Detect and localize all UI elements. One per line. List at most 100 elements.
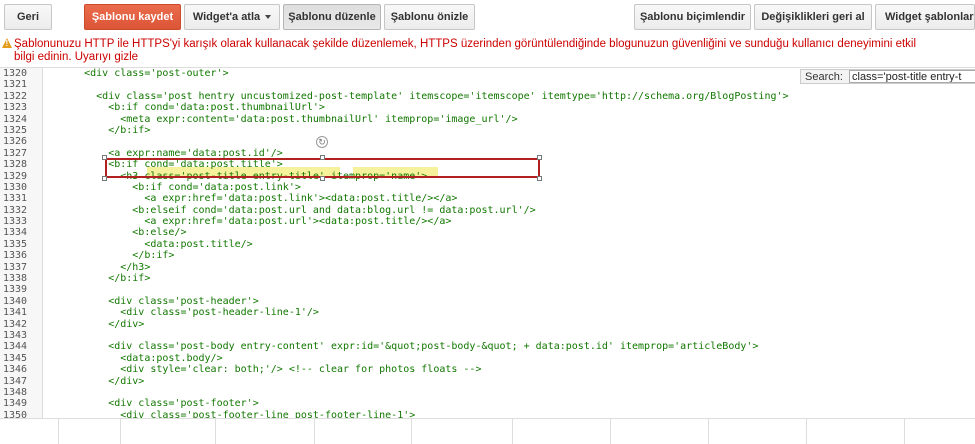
line-number: 1328	[3, 159, 28, 171]
line-number: 1338	[3, 273, 28, 285]
code-line[interactable]: 1341 <div class='post-header-line-1'/>	[0, 307, 975, 318]
code-line[interactable]: 1333 <a expr:href='data:post.url'><data:…	[0, 216, 975, 227]
code-text[interactable]: <div class='post-footer'>	[48, 398, 259, 409]
line-number: 1336	[3, 250, 28, 262]
code-text[interactable]: <div class='post hentry uncustomized-pos…	[48, 91, 788, 102]
code-text[interactable]: <data:post.title/>	[48, 239, 252, 250]
code-text[interactable]: <a expr:href='data:post.url'><data:post.…	[48, 216, 451, 227]
code-line[interactable]: 1346 <div style='clear: both;'/> <!-- cl…	[0, 364, 975, 375]
line-number: 1342	[3, 318, 28, 330]
line-number: 1331	[3, 193, 28, 205]
warning-icon-mark: !	[5, 39, 9, 48]
code-text[interactable]: </h3>	[48, 262, 150, 273]
code-line[interactable]: 1330 <b:if cond='data:post.link'>	[0, 182, 975, 193]
code-line[interactable]: 1332 <b:elseif cond='data:post.url and d…	[0, 205, 975, 216]
rotate-handle-icon[interactable]: ↻	[316, 136, 328, 148]
resize-handle-tr[interactable]	[537, 155, 542, 160]
code-line[interactable]: 1340 <div class='post-header'>	[0, 296, 975, 307]
selection-frame[interactable]	[105, 158, 540, 178]
code-line[interactable]: 1324 <meta expr:content='data:post.thumb…	[0, 114, 975, 125]
code-line[interactable]: 1348	[0, 387, 975, 398]
line-number: 1332	[3, 204, 28, 216]
line-number: 1329	[3, 170, 28, 182]
resize-handle-bc[interactable]	[320, 176, 325, 181]
code-lines: 1320 <div class='post-outer'> 1321 1322 <d…	[0, 68, 975, 419]
bottom-grid	[0, 418, 975, 444]
resize-handle-tc[interactable]	[320, 155, 325, 160]
code-line[interactable]: 1344 <div class='post-body entry-content…	[0, 341, 975, 352]
code-text[interactable]: </b:if>	[48, 250, 174, 261]
line-number: 1341	[3, 307, 28, 319]
resize-handle-bl[interactable]	[102, 176, 107, 181]
code-line[interactable]: 1337 </h3>	[0, 262, 975, 273]
format-template-button[interactable]: Şablonu biçimlendir	[634, 4, 751, 30]
grid-divider	[411, 419, 412, 444]
line-number: 1335	[3, 238, 28, 250]
line-number: 1333	[3, 216, 28, 228]
code-line[interactable]: 1338 </b:if>	[0, 273, 975, 284]
edit-template-button[interactable]: Şablonu düzenle	[283, 4, 381, 30]
code-line[interactable]: 1343	[0, 330, 975, 341]
code-text[interactable]: <b:else/>	[48, 227, 186, 238]
code-editor[interactable]: 1320 <div class='post-outer'> 1321 1322 <d…	[0, 67, 975, 419]
hide-warning-link[interactable]: Uyarıyı gizle	[75, 51, 138, 63]
resize-handle-tl[interactable]	[102, 155, 107, 160]
code-text[interactable]: </b:if>	[48, 125, 150, 136]
code-line[interactable]: 1326	[0, 136, 975, 147]
line-number: 1339	[3, 284, 28, 296]
search-label: Search:	[805, 71, 843, 83]
grid-divider	[58, 419, 59, 444]
code-line[interactable]: 1347 </div>	[0, 376, 975, 387]
code-text[interactable]: <meta expr:content='data:post.thumbnailU…	[48, 114, 517, 125]
code-line[interactable]: 1322 <div class='post hentry uncustomize…	[0, 91, 975, 102]
code-text[interactable]: <div class='post-outer'>	[48, 68, 229, 79]
grid-divider	[610, 419, 611, 444]
back-button[interactable]: Geri	[4, 4, 52, 30]
line-number: 1348	[3, 386, 28, 398]
code-text[interactable]: </b:if>	[48, 273, 150, 284]
resize-handle-br[interactable]	[537, 176, 542, 181]
grid-divider	[215, 419, 216, 444]
code-text[interactable]: <b:if cond='data:post.link'>	[48, 182, 301, 193]
revert-changes-button[interactable]: Değişiklikleri geri al	[754, 4, 872, 30]
format-label: Şablonu biçimlendir	[639, 11, 746, 23]
preview-template-button[interactable]: Şablonu önizle	[384, 4, 475, 30]
save-template-button[interactable]: Şablonu kaydet	[84, 4, 181, 30]
warning-text-line2: bilgi edinin. Uyarıyı gizle	[14, 51, 138, 64]
code-line[interactable]: 1325 </b:if>	[0, 125, 975, 136]
code-text[interactable]: <b:elseif cond='data:post.url and data:b…	[48, 205, 535, 216]
code-line[interactable]: 1331 <a expr:href='data:post.link'><data…	[0, 193, 975, 204]
line-number: 1349	[3, 398, 28, 410]
code-text[interactable]: </div>	[48, 319, 144, 330]
code-line[interactable]: 1349 <div class='post-footer'>	[0, 398, 975, 409]
code-text[interactable]: <div class='post-header'>	[48, 296, 259, 307]
widget-templates-button[interactable]: Widget şablonları	[875, 4, 975, 30]
code-line[interactable]: 1345 <data:post.body/>	[0, 353, 975, 364]
toolbar: Geri Şablonu kaydet Widget'a atla Şablon…	[0, 0, 975, 34]
code-text[interactable]: <data:post.body/>	[48, 353, 222, 364]
chevron-down-icon	[265, 15, 272, 19]
code-line[interactable]: 1339	[0, 284, 975, 295]
code-text[interactable]: </div>	[48, 376, 144, 387]
grid-divider	[708, 419, 709, 444]
code-line[interactable]: 1342 </div>	[0, 319, 975, 330]
line-number: 1334	[3, 227, 28, 239]
code-text[interactable]: <b:if cond='data:post.thumbnailUrl'>	[48, 102, 325, 113]
line-number: 1322	[3, 90, 28, 102]
search-input[interactable]: class='post-title entry-t	[849, 70, 975, 83]
code-text[interactable]: <div style='clear: both;'/> <!-- clear f…	[48, 364, 481, 375]
widget-jump-dropdown[interactable]: Widget'a atla	[184, 4, 280, 30]
revert-label: Değişiklikleri geri al	[761, 11, 865, 23]
grid-divider	[512, 419, 513, 444]
code-line[interactable]: 1336 </b:if>	[0, 250, 975, 261]
code-line[interactable]: 1335 <data:post.title/>	[0, 239, 975, 250]
back-label: Geri	[16, 11, 39, 23]
save-label: Şablonu kaydet	[91, 11, 174, 23]
line-number: 1344	[3, 341, 28, 353]
code-text[interactable]: <div class='post-header-line-1'/>	[48, 307, 319, 318]
line-number: 1326	[3, 136, 28, 148]
code-text[interactable]: <a expr:href='data:post.link'><data:post…	[48, 193, 457, 204]
code-line[interactable]: 1323 <b:if cond='data:post.thumbnailUrl'…	[0, 102, 975, 113]
code-text[interactable]: <div class='post-body entry-content' exp…	[48, 341, 758, 352]
code-line[interactable]: 1334 <b:else/>	[0, 227, 975, 238]
